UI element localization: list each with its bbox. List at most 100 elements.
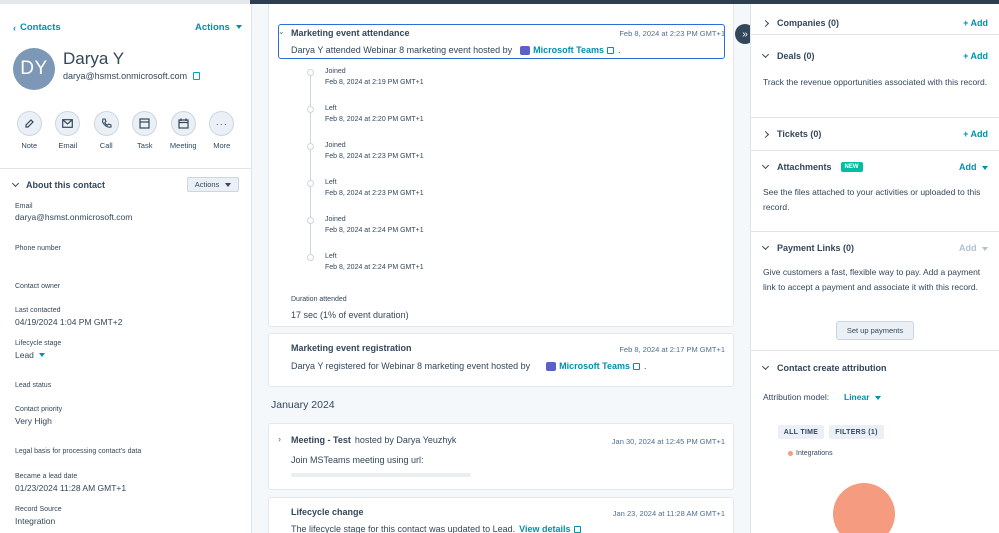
- view-details-link[interactable]: View details: [519, 524, 581, 533]
- prop-record-source-label: Record Source: [15, 506, 62, 513]
- prop-priority[interactable]: Contact priority Very High: [15, 406, 62, 426]
- meeting-title-row[interactable]: Meeting - Test hosted by Darya Yeuzhyk: [291, 435, 456, 445]
- contact-email-text: darya@hsmst.onmicrosoft.com: [63, 71, 188, 81]
- registration-card: Marketing event registration Feb 8, 2024…: [268, 333, 734, 387]
- prop-record-source[interactable]: Record Source Integration: [15, 506, 62, 526]
- payment-links-title: Payment Links (0): [777, 243, 855, 253]
- companies-toggle[interactable]: Companies (0): [761, 18, 839, 28]
- timeline-entry: Joined Feb 8, 2024 at 2:23 PM GMT+1: [325, 142, 424, 160]
- deals-toggle[interactable]: Deals (0): [761, 50, 815, 61]
- registration-text-body: Darya Y registered for Webinar 8 marketi…: [291, 361, 531, 371]
- setup-payments-button[interactable]: Set up payments: [836, 321, 914, 340]
- chevron-down-icon: [761, 362, 770, 371]
- lifecycle-value: Lead: [15, 350, 34, 360]
- note-label: Note: [21, 141, 38, 150]
- teams-link[interactable]: Microsoft Teams: [520, 45, 614, 55]
- tickets-toggle[interactable]: Tickets (0): [761, 129, 821, 139]
- add-company-button[interactable]: + Add: [963, 18, 988, 28]
- meeting-body: Join MSTeams meeting using url:: [291, 455, 424, 465]
- legend-swatch: [788, 451, 793, 456]
- attachments-toggle[interactable]: Attachments NEW: [761, 161, 863, 172]
- prop-became-lead-value: 01/23/2024 11:28 AM GMT+1: [15, 483, 127, 493]
- attendance-date: Feb 8, 2024 at 2:23 PM GMT+1: [619, 29, 725, 38]
- task-action[interactable]: Task: [126, 111, 165, 150]
- prop-lead-status[interactable]: Lead status: [15, 382, 51, 389]
- add-payment-link-button[interactable]: Add: [959, 243, 988, 253]
- email-icon: [55, 111, 81, 136]
- add-payment-link-label: Add: [958, 243, 977, 253]
- about-actions-button[interactable]: Actions: [187, 177, 239, 192]
- email-label: Email: [58, 141, 78, 150]
- chevron-right-icon: [761, 19, 770, 27]
- note-action[interactable]: Note: [10, 111, 49, 150]
- task-icon: [132, 111, 158, 136]
- prop-phone[interactable]: Phone number: [15, 245, 61, 252]
- about-title: About this contact: [11, 179, 105, 190]
- add-ticket-button[interactable]: + Add: [963, 129, 988, 139]
- all-time-filter[interactable]: ALL TIME: [778, 425, 824, 439]
- payment-links-toggle[interactable]: Payment Links (0): [761, 242, 855, 253]
- timeline-dot: [307, 180, 314, 187]
- prop-became-lead[interactable]: Became a lead date 01/23/2024 11:28 AM G…: [15, 473, 126, 493]
- add-attachment-label: Add: [958, 162, 977, 172]
- teams-icon: [546, 361, 557, 371]
- view-details-label: View details: [519, 524, 571, 533]
- tickets-section: Tickets (0) + Add: [751, 118, 999, 151]
- attendance-card: ⌄ Marketing event attendance Feb 8, 2024…: [268, 4, 734, 327]
- prop-last-contacted-value: 04/19/2024 1:04 PM GMT+2: [15, 317, 123, 327]
- call-action[interactable]: Call: [87, 111, 126, 150]
- prop-email[interactable]: Email darya@hsmst.onmicrosoft.com: [15, 203, 132, 222]
- attendance-text: Darya Y attended Webinar 8 marketing eve…: [291, 45, 621, 55]
- email-action[interactable]: Email: [49, 111, 88, 150]
- note-icon: [16, 111, 42, 136]
- deals-title: Deals (0): [777, 51, 815, 61]
- task-label: Task: [137, 141, 153, 150]
- lifecycle-title[interactable]: Lifecycle change: [291, 507, 364, 517]
- prop-last-contacted[interactable]: Last contacted 04/19/2024 1:04 PM GMT+2: [15, 307, 123, 327]
- about-section-header[interactable]: About this contact Actions: [0, 168, 251, 198]
- external-link-icon: [633, 362, 640, 370]
- back-to-contacts-link[interactable]: ‹ Contacts: [13, 22, 61, 33]
- meeting-action[interactable]: Meeting: [164, 111, 203, 150]
- attribution-toggle[interactable]: Contact create attribution: [761, 362, 887, 373]
- attendance-text-body: Darya Y attended Webinar 8 marketing eve…: [291, 45, 513, 55]
- lifecycle-date: Jan 23, 2024 at 11:28 AM GMT+1: [612, 509, 725, 518]
- attribution-model-select[interactable]: Linear: [844, 392, 881, 402]
- more-icon: ···: [209, 111, 235, 136]
- prop-lifecycle[interactable]: Lifecycle stage Lead: [15, 340, 61, 360]
- actions-dropdown[interactable]: Actions: [195, 22, 243, 33]
- associations-sidebar: Companies (0) + Add Deals (0) + Add Trac…: [750, 4, 999, 533]
- attachments-section: Attachments NEW Add See the files attach…: [751, 151, 999, 232]
- timeline-entry: Left Feb 8, 2024 at 2:20 PM GMT+1: [325, 105, 424, 123]
- more-action[interactable]: ··· More: [203, 111, 242, 150]
- contact-name: Darya Y: [63, 49, 125, 68]
- attendance-title[interactable]: Marketing event attendance: [291, 28, 410, 38]
- add-deal-button[interactable]: + Add: [963, 51, 988, 61]
- lifecycle-select[interactable]: Lead: [15, 350, 61, 360]
- prop-lead-status-label: Lead status: [15, 382, 52, 389]
- timeline-entry: Left Feb 8, 2024 at 2:24 PM GMT+1: [325, 253, 424, 271]
- timeline-entry: Joined Feb 8, 2024 at 2:19 PM GMT+1: [325, 68, 424, 86]
- filters-button[interactable]: FILTERS (1): [829, 425, 884, 439]
- timeline-dot: [307, 143, 314, 150]
- prop-legal-basis[interactable]: Legal basis for processing contact's dat…: [15, 448, 141, 455]
- chevron-down-icon: [761, 50, 770, 59]
- registration-title[interactable]: Marketing event registration: [291, 343, 412, 353]
- attribution-title: Contact create attribution: [777, 363, 887, 373]
- chevron-down-icon: [982, 246, 988, 251]
- chevron-down-icon: [982, 165, 988, 170]
- teams-link[interactable]: Microsoft Teams: [546, 361, 640, 371]
- chevron-right-icon[interactable]: ›: [278, 434, 281, 444]
- prop-owner[interactable]: Contact owner: [15, 283, 60, 290]
- double-chevron-right-icon: »: [742, 28, 748, 40]
- copy-icon[interactable]: [193, 72, 201, 80]
- timeline-action: Joined: [325, 68, 346, 75]
- timeline-time: Feb 8, 2024 at 2:23 PM GMT+1: [325, 153, 424, 160]
- add-attachment-button[interactable]: Add: [959, 162, 988, 172]
- chevron-down-icon[interactable]: ⌄: [278, 27, 285, 36]
- chevron-down-icon: [38, 353, 45, 357]
- payment-links-description: Give customers a fast, flexible way to p…: [763, 267, 981, 292]
- chevron-down-icon: [236, 25, 243, 30]
- attribution-model-label: Attribution model:: [763, 392, 830, 402]
- attribution-model-value: Linear: [844, 392, 870, 402]
